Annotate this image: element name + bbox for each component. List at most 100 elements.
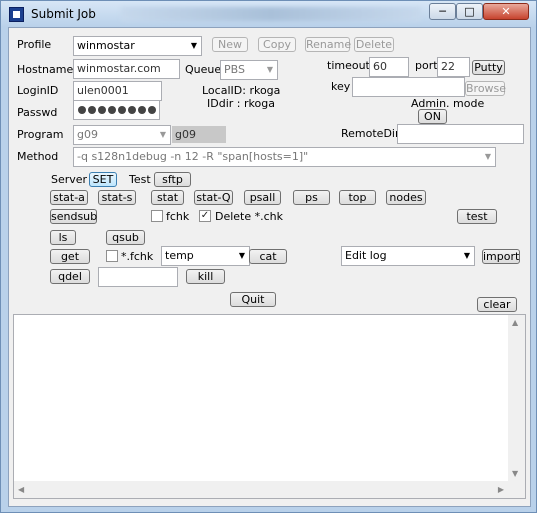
delete-chk-label: Delete *.chk xyxy=(215,210,284,223)
program-select-value: g09 xyxy=(77,128,98,141)
password-dot xyxy=(128,106,136,114)
submit-job-window: Submit Job ─ □ ✕ Profile winmostar ▼ New… xyxy=(0,0,537,513)
password-dot xyxy=(98,106,106,114)
method-label: Method xyxy=(17,150,59,163)
password-input[interactable] xyxy=(73,100,160,120)
program-select[interactable]: g09 ▼ xyxy=(73,125,171,145)
timeout-label: timeout xyxy=(327,59,370,72)
star-fchk-label: *.fchk xyxy=(121,250,154,263)
localid-label: LocalID: rkoga xyxy=(202,84,280,97)
temp-select[interactable]: temp ▼ xyxy=(161,246,250,266)
scroll-left-arrow-icon[interactable]: ◀ xyxy=(18,485,24,494)
remotedir-input[interactable] xyxy=(397,124,524,144)
password-dot xyxy=(148,106,156,114)
delete-chk-checkbox[interactable]: ✓ xyxy=(199,210,211,222)
remotedir-label: RemoteDir xyxy=(341,127,400,140)
top-button[interactable]: top xyxy=(339,190,376,205)
server-label: Server xyxy=(51,173,88,186)
psall-button[interactable]: psall xyxy=(244,190,281,205)
iddir-text: IDdir : xyxy=(207,97,241,110)
scrollbar-corner xyxy=(508,481,525,498)
stat-q-button[interactable]: stat-Q xyxy=(194,190,233,205)
port-input[interactable]: 22 xyxy=(437,57,470,77)
log-output[interactable]: ▲ ▼ ◀ ▶ xyxy=(13,314,526,499)
stat-s-button[interactable]: stat-s xyxy=(98,190,136,205)
edit-log-select-value: Edit log xyxy=(345,249,387,262)
browse-button[interactable]: Browse xyxy=(465,81,506,96)
chevron-down-icon: ▼ xyxy=(190,41,197,50)
get-button[interactable]: get xyxy=(50,249,90,264)
fchk-checkbox[interactable] xyxy=(151,210,163,222)
window-title: Submit Job xyxy=(31,7,96,21)
sendsub-button[interactable]: sendsub xyxy=(50,209,97,224)
server-set-button[interactable]: SET xyxy=(89,172,117,187)
test-button[interactable]: test xyxy=(457,209,497,224)
scroll-right-arrow-icon[interactable]: ▶ xyxy=(498,485,504,494)
profile-label: Profile xyxy=(17,38,52,51)
password-dot xyxy=(78,106,86,114)
scroll-up-arrow-icon[interactable]: ▲ xyxy=(512,318,518,327)
log-content xyxy=(14,315,525,321)
port-label: port xyxy=(415,59,438,72)
chevron-down-icon: ▼ xyxy=(463,251,470,260)
cat-button[interactable]: cat xyxy=(249,249,287,264)
sftp-button[interactable]: sftp xyxy=(154,172,191,187)
hostname-input[interactable]: winmostar.com xyxy=(73,59,180,79)
qsub-button[interactable]: qsub xyxy=(106,230,145,245)
profile-select[interactable]: winmostar ▼ xyxy=(73,36,202,56)
quit-button[interactable]: Quit xyxy=(230,292,276,307)
star-fchk-checkbox[interactable] xyxy=(106,250,118,262)
chevron-down-icon: ▼ xyxy=(238,251,245,260)
program-display: g09 xyxy=(172,126,226,143)
nodes-button[interactable]: nodes xyxy=(386,190,426,205)
program-label: Program xyxy=(17,128,64,141)
client-area: Profile winmostar ▼ New Copy Rename Dele… xyxy=(8,27,531,507)
rename-profile-button[interactable]: Rename xyxy=(305,37,351,52)
passwd-label: Passwd xyxy=(17,106,58,119)
loginid-input[interactable]: ulen0001 xyxy=(73,81,162,101)
maximize-button[interactable]: □ xyxy=(456,3,483,20)
blurred-background-title xyxy=(121,7,421,21)
queue-label: Queue xyxy=(185,63,222,76)
kill-pid-input[interactable] xyxy=(98,267,178,287)
hostname-label: Hostname xyxy=(17,63,74,76)
test-label: Test xyxy=(129,173,151,186)
queue-select-value: PBS xyxy=(224,63,245,76)
horizontal-scrollbar[interactable]: ◀ ▶ xyxy=(14,481,508,498)
queue-select[interactable]: PBS ▼ xyxy=(220,60,278,80)
app-icon xyxy=(9,7,24,22)
import-button[interactable]: import xyxy=(482,249,520,264)
close-button[interactable]: ✕ xyxy=(483,3,529,20)
stat-button[interactable]: stat xyxy=(151,190,184,205)
admin-mode-toggle[interactable]: ON xyxy=(418,109,447,124)
localid-value: rkoga xyxy=(249,84,281,97)
vertical-scrollbar[interactable]: ▲ ▼ xyxy=(508,315,525,481)
fchk-label: fchk xyxy=(166,210,190,223)
chevron-down-icon: ▼ xyxy=(266,65,273,74)
localid-text: LocalID: xyxy=(202,84,246,97)
ps-button[interactable]: ps xyxy=(293,190,330,205)
putty-button[interactable]: Putty xyxy=(472,60,505,75)
timeout-input[interactable]: 60 xyxy=(369,57,409,77)
password-dot xyxy=(88,106,96,114)
new-profile-button[interactable]: New xyxy=(212,37,248,52)
loginid-label: LoginID xyxy=(17,84,59,97)
key-input[interactable] xyxy=(352,77,465,97)
title-bar: Submit Job ─ □ ✕ xyxy=(1,1,536,27)
password-dot xyxy=(138,106,146,114)
copy-profile-button[interactable]: Copy xyxy=(258,37,296,52)
key-label: key xyxy=(331,80,351,93)
method-select[interactable]: -q s128n1debug -n 12 -R "span[hosts=1]" … xyxy=(73,147,496,167)
chevron-down-icon: ▼ xyxy=(484,152,491,161)
scroll-down-arrow-icon[interactable]: ▼ xyxy=(512,469,518,478)
profile-select-value: winmostar xyxy=(77,39,135,52)
ls-button[interactable]: ls xyxy=(50,230,76,245)
stat-a-button[interactable]: stat-a xyxy=(50,190,88,205)
minimize-button[interactable]: ─ xyxy=(429,3,456,20)
delete-profile-button[interactable]: Delete xyxy=(354,37,394,52)
clear-button[interactable]: clear xyxy=(477,297,517,312)
edit-log-select[interactable]: Edit log ▼ xyxy=(341,246,475,266)
kill-button[interactable]: kill xyxy=(186,269,225,284)
qdel-button[interactable]: qdel xyxy=(50,269,90,284)
iddir-value: rkoga xyxy=(243,97,275,110)
